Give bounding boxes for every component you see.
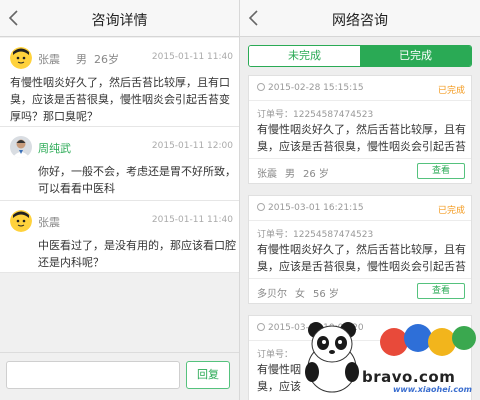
message-text: 中医看过了，是没有用的，那应该看口腔 还是内科呢？ [38, 239, 236, 269]
divider [249, 278, 471, 279]
chat-message: 张震 2015-01-11 11:40 中医看过了，是没有用的，那应该看口腔 还… [0, 201, 239, 272]
card-question: 有慢性咽炎好久了，然后舌苔比较厚，且有口 臭，应该是舌苔很臭，慢性咽炎会引起舌苔 [257, 243, 467, 273]
clock-icon [257, 323, 265, 331]
online-consult-screen: 网络咨询 未完成 已完成 2015-02-28 15:15:15 已完成 订单号… [240, 0, 480, 400]
status-tabs: 未完成 已完成 [248, 45, 472, 67]
consult-detail-screen: 咨询详情 张震 男 26岁 2015-01-11 11:40 有慢性咽炎好久了，… [0, 0, 240, 400]
sender-name: 张震 [38, 53, 60, 66]
watermark-site: www.xiaohei.com [393, 385, 472, 394]
sender-name: 张震 [38, 216, 60, 229]
divider [249, 158, 471, 159]
page-title: 网络咨询 [332, 13, 388, 29]
divider [249, 220, 471, 221]
consult-card[interactable]: 2015-02-28 15:15:15 已完成 订单号：122545874745… [248, 75, 472, 184]
order-number: 订单号： [257, 350, 294, 360]
card-time: 2015-02-28 15:15:15 [257, 83, 364, 93]
message-time: 2015-01-11 11:40 [151, 52, 233, 62]
patient-info: 多贝尔女 56 岁 [257, 289, 339, 300]
reply-bar: 回复 [0, 352, 239, 400]
panda-mascot-icon [305, 322, 359, 393]
reply-input[interactable] [6, 361, 180, 389]
view-button[interactable]: 查看 [417, 163, 465, 179]
chat-message: 张震 男 26岁 2015-01-11 11:40 有慢性咽炎好久了，然后舌苔比… [0, 38, 239, 126]
status-badge: 已完成 [437, 206, 465, 216]
doctor-avatar-icon [10, 136, 32, 158]
chat-message: 周纯武 2015-01-11 12:00 你好，一般不会，考虑还是胃不好所致， … [0, 127, 239, 200]
consult-card[interactable]: 2015-03-01 16:21:15 已完成 订单号：122545874745… [248, 195, 472, 304]
clock-icon [257, 203, 265, 211]
sender-age: 26岁 [94, 53, 119, 66]
card-time: 2015-03-01 16:21:15 [257, 203, 364, 213]
patient-avatar-icon [10, 47, 32, 69]
tab-completed[interactable]: 已完成 [360, 46, 471, 66]
tab-incomplete[interactable]: 未完成 [249, 46, 360, 66]
status-badge: 已完成 [437, 86, 465, 96]
top-bar: 网络咨询 [240, 0, 480, 37]
message-text: 有慢性咽炎好久了，然后舌苔比较厚，且有口 臭，应该是舌苔很臭，慢性咽炎会引起舌苔… [10, 76, 230, 123]
message-time: 2015-01-11 12:00 [151, 141, 233, 151]
watermark-url: bravo.com [362, 368, 456, 386]
patient-info: 张震男 26 岁 [257, 169, 329, 180]
card-question: 有慢性咽炎好久了，然后舌苔比较厚，且有口 臭，应该是舌苔很臭，慢性咽炎会引起舌苔 [257, 123, 467, 153]
watermark: bravo.com www.xiaohei.com [304, 310, 476, 394]
game-site-logo-icon [380, 324, 476, 356]
divider [0, 272, 239, 273]
page-title: 咨询详情 [91, 13, 148, 29]
sender-gender: 男 [76, 53, 87, 66]
view-button[interactable]: 查看 [417, 283, 465, 299]
message-text: 你好，一般不会，考虑还是胃不好所致， 可以看看中医科 [38, 165, 236, 195]
message-time: 2015-01-11 11:40 [151, 215, 233, 225]
reply-button[interactable]: 回复 [186, 361, 230, 389]
order-number: 订单号：12254587474523 [257, 110, 374, 120]
top-bar: 咨询详情 [0, 0, 239, 37]
divider [249, 100, 471, 101]
doctor-name: 周纯武 [38, 142, 71, 155]
patient-avatar-icon [10, 210, 32, 232]
order-number: 订单号：12254587474523 [257, 230, 374, 240]
clock-icon [257, 83, 265, 91]
